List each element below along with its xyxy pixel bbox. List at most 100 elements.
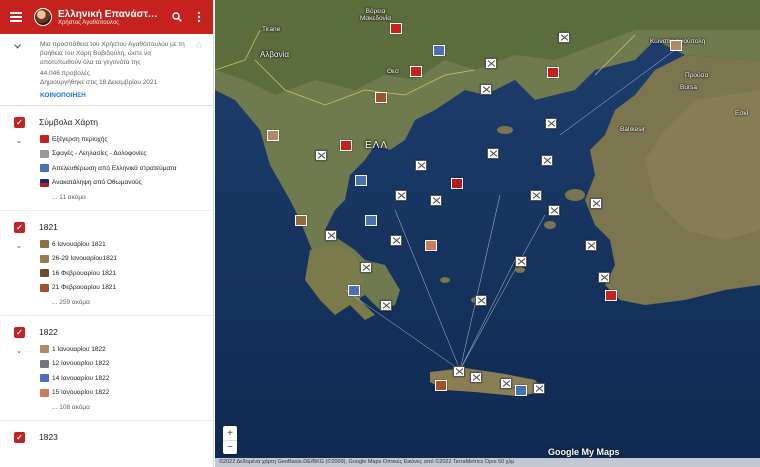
layer-name[interactable]: Σύμβολα Χάρτη xyxy=(39,117,98,127)
placemark-painting[interactable] xyxy=(375,92,387,103)
placemark-massacre[interactable] xyxy=(548,205,560,216)
map-label-tirane: Tirane xyxy=(262,26,281,33)
placemark-massacre[interactable] xyxy=(380,300,392,311)
liberation-icon xyxy=(40,374,49,383)
zoom-out-button[interactable]: − xyxy=(223,440,237,454)
placemark-painting[interactable] xyxy=(435,380,447,391)
placemark-flag[interactable] xyxy=(605,290,617,301)
more-items-link[interactable]: ... 108 ακόμα xyxy=(0,400,213,414)
zoom-in-button[interactable]: + xyxy=(223,426,237,440)
layer-name[interactable]: 1822 xyxy=(39,327,58,337)
list-item[interactable]: Ανακατάληψη από Οθωμανούς xyxy=(0,176,213,191)
layer-checkbox[interactable]: ✓ xyxy=(14,431,25,443)
list-item[interactable]: 21 Φεβρουαρίου 1821 xyxy=(0,281,213,296)
chevron-down-icon[interactable]: ⌄ xyxy=(0,241,38,250)
liberation-icon xyxy=(40,164,49,173)
placemark-massacre[interactable] xyxy=(480,84,492,95)
flag-icon xyxy=(40,135,49,144)
skull-icon xyxy=(40,149,49,158)
layer-checkbox[interactable]: ✓ xyxy=(14,116,25,128)
placemark-massacre[interactable] xyxy=(430,195,442,206)
placemark-liberation[interactable] xyxy=(433,45,445,56)
placemark-massacre[interactable] xyxy=(470,372,482,383)
map-title: Ελληνική Επανάσταση xyxy=(58,8,163,20)
placemark-massacre[interactable] xyxy=(558,32,570,43)
placemark-painting[interactable] xyxy=(670,40,682,51)
search-icon[interactable] xyxy=(169,9,185,25)
layer-1822: ✓ 1822 ⌄ 1 Ιανουαρίου 1822 12 Ιανουαρίου… xyxy=(0,316,213,421)
swords-icon xyxy=(40,359,49,368)
satellite-basemap xyxy=(215,0,760,467)
painting-icon xyxy=(40,269,49,278)
google-my-maps-logo: Google My Maps xyxy=(548,447,620,457)
placemark-massacre[interactable] xyxy=(515,256,527,267)
placemark-flag[interactable] xyxy=(390,23,402,34)
placemark-massacre[interactable] xyxy=(475,295,487,306)
more-items-link[interactable]: ... 11 ακόμα xyxy=(0,190,213,204)
placemark-massacre[interactable] xyxy=(533,383,545,394)
placemark-liberation[interactable] xyxy=(348,285,360,296)
layer-checkbox[interactable]: ✓ xyxy=(14,326,25,338)
menu-icon[interactable] xyxy=(6,7,26,27)
chevron-down-icon[interactable] xyxy=(14,42,21,51)
layer-1823: ✓ 1823 xyxy=(0,421,213,451)
chevron-down-icon[interactable]: ⌄ xyxy=(0,346,38,355)
list-item[interactable]: 26-29 Ιανουαρίου1821 xyxy=(0,252,213,267)
map-description: Μια προσπάθεια του Χρήστου Αγαθόπουλου μ… xyxy=(0,34,213,106)
map-label-north-macedonia: Βόρεια Μακεδονία xyxy=(360,8,392,22)
map-label-bursa: Bursa xyxy=(680,84,697,91)
painting-icon xyxy=(40,254,49,263)
share-button[interactable]: ΚΟΙΝΟΠΟΙΗΣΗ xyxy=(40,92,205,99)
placemark-massacre[interactable] xyxy=(325,230,337,241)
placemark-flag[interactable] xyxy=(547,67,559,78)
placemark-massacre[interactable] xyxy=(500,378,512,389)
map-author: Χρήστος Αγαθόπουλος xyxy=(58,19,120,26)
map-label-eskisehir: Εσκί xyxy=(735,110,749,117)
layer-name[interactable]: 1821 xyxy=(39,222,58,232)
placemark-massacre[interactable] xyxy=(585,240,597,251)
layer-checkbox[interactable]: ✓ xyxy=(14,221,25,233)
painting-icon xyxy=(40,283,49,292)
zoom-control: + − xyxy=(223,426,237,454)
more-vert-icon[interactable] xyxy=(191,9,207,25)
list-item[interactable]: 12 Ιανουαρίου 1822 xyxy=(0,357,213,372)
placemark-massacre[interactable] xyxy=(530,190,542,201)
layer-1821: ✓ 1821 ⌄ 6 Ιανουαρίου 1821 26-29 Ιανουαρ… xyxy=(0,211,213,316)
placemark-painting[interactable] xyxy=(267,130,279,141)
placemark-massacre[interactable] xyxy=(390,235,402,246)
map-canvas[interactable]: Βόρεια Μακεδονία Αλβανία Tirane ΕΛΛ Κωνσ… xyxy=(215,0,760,467)
placemark-ottoman[interactable] xyxy=(451,178,463,189)
list-item[interactable]: 16 Φεβρουαρίου 1821 xyxy=(0,266,213,281)
placemark-massacre[interactable] xyxy=(415,160,427,171)
placemark-liberation[interactable] xyxy=(365,215,377,226)
placemark-liberation[interactable] xyxy=(355,175,367,186)
star-icon[interactable]: ☆ xyxy=(195,40,203,51)
list-item[interactable]: Σφαγές - Λεηλασίες - Δολοφονίες xyxy=(0,147,213,162)
layer-symbols: ✓ Σύμβολα Χάρτη ⌄ Εξέγερση περιοχής Σφαγ… xyxy=(0,106,213,211)
placemark-massacre[interactable] xyxy=(315,150,327,161)
created-date: Δημιουργήθηκε στις 18 Δεκεμβρίου 2021 xyxy=(40,79,158,86)
placemark-flag[interactable] xyxy=(340,140,352,151)
chevron-down-icon[interactable]: ⌄ xyxy=(0,136,38,145)
placemark-liberation[interactable] xyxy=(515,385,527,396)
list-item[interactable]: Απελευθέρωση από Ελληνικά στρατεύματα xyxy=(0,161,213,176)
placemark-massacre[interactable] xyxy=(590,198,602,209)
list-item[interactable]: 15 Ιανουαρίου 1822 xyxy=(0,386,213,401)
placemark-flag[interactable] xyxy=(410,66,422,77)
placemark-massacre[interactable] xyxy=(598,272,610,283)
avatar[interactable] xyxy=(34,8,52,26)
more-items-link[interactable]: ... 259 ακόμα xyxy=(0,295,213,309)
placemark-massacre[interactable] xyxy=(360,262,372,273)
placemark-massacre[interactable] xyxy=(453,366,465,377)
placemark-painting[interactable] xyxy=(425,240,437,251)
placemark-massacre[interactable] xyxy=(487,148,499,159)
placemark-massacre[interactable] xyxy=(395,190,407,201)
painting-icon xyxy=(40,240,49,249)
list-item[interactable]: 14 Ιανουαρίου 1822 xyxy=(0,371,213,386)
layer-name[interactable]: 1823 xyxy=(39,432,58,442)
placemark-massacre[interactable] xyxy=(545,118,557,129)
placemark-painting[interactable] xyxy=(295,215,307,226)
map-label-albania: Αλβανία xyxy=(260,50,289,59)
placemark-massacre[interactable] xyxy=(541,155,553,166)
placemark-massacre[interactable] xyxy=(485,58,497,69)
